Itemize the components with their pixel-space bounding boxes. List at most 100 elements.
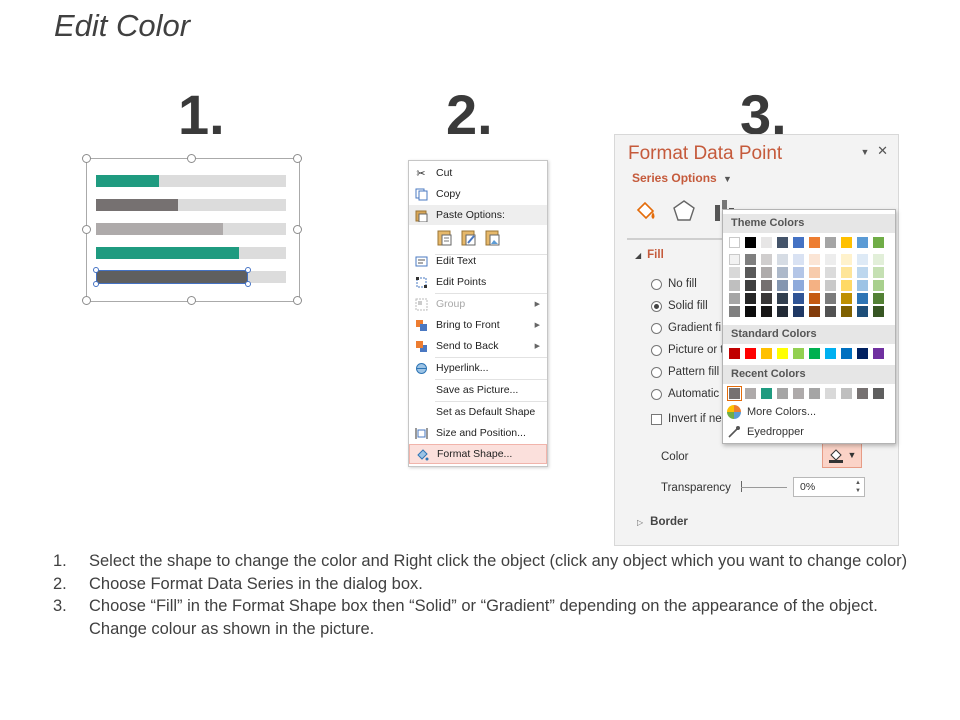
automatic-radio[interactable]: Automatic	[651, 388, 719, 400]
resize-handle[interactable]	[293, 225, 302, 234]
color-swatch[interactable]	[777, 254, 788, 265]
color-swatch[interactable]	[777, 267, 788, 278]
color-swatch[interactable]	[793, 237, 804, 248]
menu-item-bring-to-front[interactable]: Bring to Front ▶	[409, 315, 547, 335]
fill-line-tab-icon[interactable]	[632, 197, 660, 225]
color-swatch[interactable]	[857, 348, 868, 359]
color-swatch[interactable]	[729, 348, 740, 359]
color-swatch[interactable]	[761, 348, 772, 359]
color-swatch[interactable]	[793, 254, 804, 265]
border-section-header[interactable]: ▷ Border	[637, 516, 688, 528]
color-swatch[interactable]	[793, 293, 804, 304]
color-swatch[interactable]	[729, 267, 740, 278]
bar-fill[interactable]	[96, 247, 239, 259]
resize-handle[interactable]	[187, 296, 196, 305]
bar-handle[interactable]	[245, 267, 251, 273]
color-swatch[interactable]	[777, 388, 788, 399]
color-swatch[interactable]	[761, 267, 772, 278]
bar-handle[interactable]	[245, 281, 251, 287]
radio-button[interactable]	[651, 278, 662, 290]
resize-handle[interactable]	[293, 154, 302, 163]
color-swatch[interactable]	[793, 348, 804, 359]
color-swatch[interactable]	[761, 293, 772, 304]
color-swatch[interactable]	[809, 348, 820, 359]
menu-item-copy[interactable]: Copy	[409, 184, 547, 204]
color-swatch[interactable]	[793, 267, 804, 278]
color-swatch[interactable]	[841, 280, 852, 291]
transparency-input[interactable]: 0% ▲ ▼	[793, 477, 865, 497]
menu-item-set-default-shape[interactable]: Set as Default Shape	[409, 402, 547, 422]
menu-item-size-and-position[interactable]: Size and Position...	[409, 423, 547, 443]
more-colors-link[interactable]: More Colors...	[747, 406, 816, 418]
color-swatch[interactable]	[873, 293, 884, 304]
color-swatch[interactable]	[777, 237, 788, 248]
color-swatch[interactable]	[809, 306, 820, 317]
paste-picture-icon[interactable]	[484, 229, 502, 250]
resize-handle[interactable]	[82, 296, 91, 305]
color-swatch[interactable]	[809, 254, 820, 265]
paste-keep-source-icon[interactable]	[436, 229, 454, 250]
solid-fill-radio[interactable]: Solid fill	[651, 300, 708, 312]
color-swatch[interactable]	[841, 293, 852, 304]
color-swatch[interactable]	[793, 388, 804, 399]
spinner-icon[interactable]: ▲ ▼	[855, 479, 861, 495]
color-swatch[interactable]	[793, 306, 804, 317]
color-swatch[interactable]	[841, 254, 852, 265]
bar-fill[interactable]	[96, 223, 224, 235]
color-swatch[interactable]	[809, 280, 820, 291]
color-swatch[interactable]	[825, 348, 836, 359]
color-swatch[interactable]	[729, 237, 740, 248]
gradient-fill-radio[interactable]: Gradient fi	[651, 322, 721, 334]
resize-handle[interactable]	[82, 225, 91, 234]
color-swatch[interactable]	[857, 293, 868, 304]
color-swatch[interactable]	[857, 388, 868, 399]
color-swatch[interactable]	[873, 348, 884, 359]
color-swatch[interactable]	[745, 267, 756, 278]
pattern-fill-radio[interactable]: Pattern fill	[651, 366, 719, 378]
paste-use-destination-icon[interactable]	[460, 229, 478, 250]
color-swatch[interactable]	[745, 388, 756, 399]
color-swatch[interactable]	[825, 280, 836, 291]
menu-item-hyperlink[interactable]: Hyperlink...	[409, 358, 547, 378]
color-swatch[interactable]	[825, 254, 836, 265]
color-swatch[interactable]	[777, 293, 788, 304]
color-swatch[interactable]	[825, 267, 836, 278]
color-swatch[interactable]	[793, 280, 804, 291]
bar-fill[interactable]	[96, 175, 159, 187]
radio-button-selected[interactable]	[651, 300, 662, 312]
bar-fill[interactable]	[96, 199, 178, 211]
color-swatch[interactable]	[809, 237, 820, 248]
color-swatch[interactable]	[809, 388, 820, 399]
close-icon[interactable]: ✕	[877, 143, 888, 158]
bar-handle[interactable]	[93, 281, 99, 287]
color-swatch[interactable]	[777, 306, 788, 317]
color-swatch[interactable]	[825, 237, 836, 248]
menu-item-send-to-back[interactable]: Send to Back ▶	[409, 336, 547, 356]
menu-item-cut[interactable]: ✂ Cut	[409, 163, 547, 183]
color-swatch[interactable]	[857, 280, 868, 291]
color-swatch[interactable]	[857, 306, 868, 317]
menu-item-format-shape[interactable]: Format Shape...	[409, 444, 547, 464]
radio-button[interactable]	[651, 344, 662, 356]
color-swatch[interactable]	[761, 237, 772, 248]
menu-item-group[interactable]: Group ▶	[409, 294, 547, 314]
color-swatch[interactable]	[809, 267, 820, 278]
color-swatch[interactable]	[825, 388, 836, 399]
color-swatch[interactable]	[841, 348, 852, 359]
color-swatch[interactable]	[873, 280, 884, 291]
radio-button[interactable]	[651, 388, 662, 400]
color-swatch[interactable]	[761, 254, 772, 265]
fill-section-header[interactable]: ◢ Fill	[635, 249, 664, 261]
no-fill-radio[interactable]: No fill	[651, 278, 697, 290]
menu-item-edit-text[interactable]: Edit Text	[409, 251, 547, 271]
series-options-dropdown[interactable]: Series Options ▼	[632, 171, 732, 185]
resize-handle[interactable]	[82, 154, 91, 163]
color-swatch[interactable]	[873, 306, 884, 317]
color-swatch[interactable]	[841, 267, 852, 278]
color-swatch[interactable]	[745, 293, 756, 304]
invert-if-negative-checkbox[interactable]: Invert if ne	[651, 413, 722, 425]
eyedropper-link[interactable]: Eyedropper	[747, 426, 804, 438]
fill-color-button[interactable]: ▼	[822, 442, 862, 468]
color-swatch[interactable]	[857, 267, 868, 278]
checkbox[interactable]	[651, 413, 662, 425]
